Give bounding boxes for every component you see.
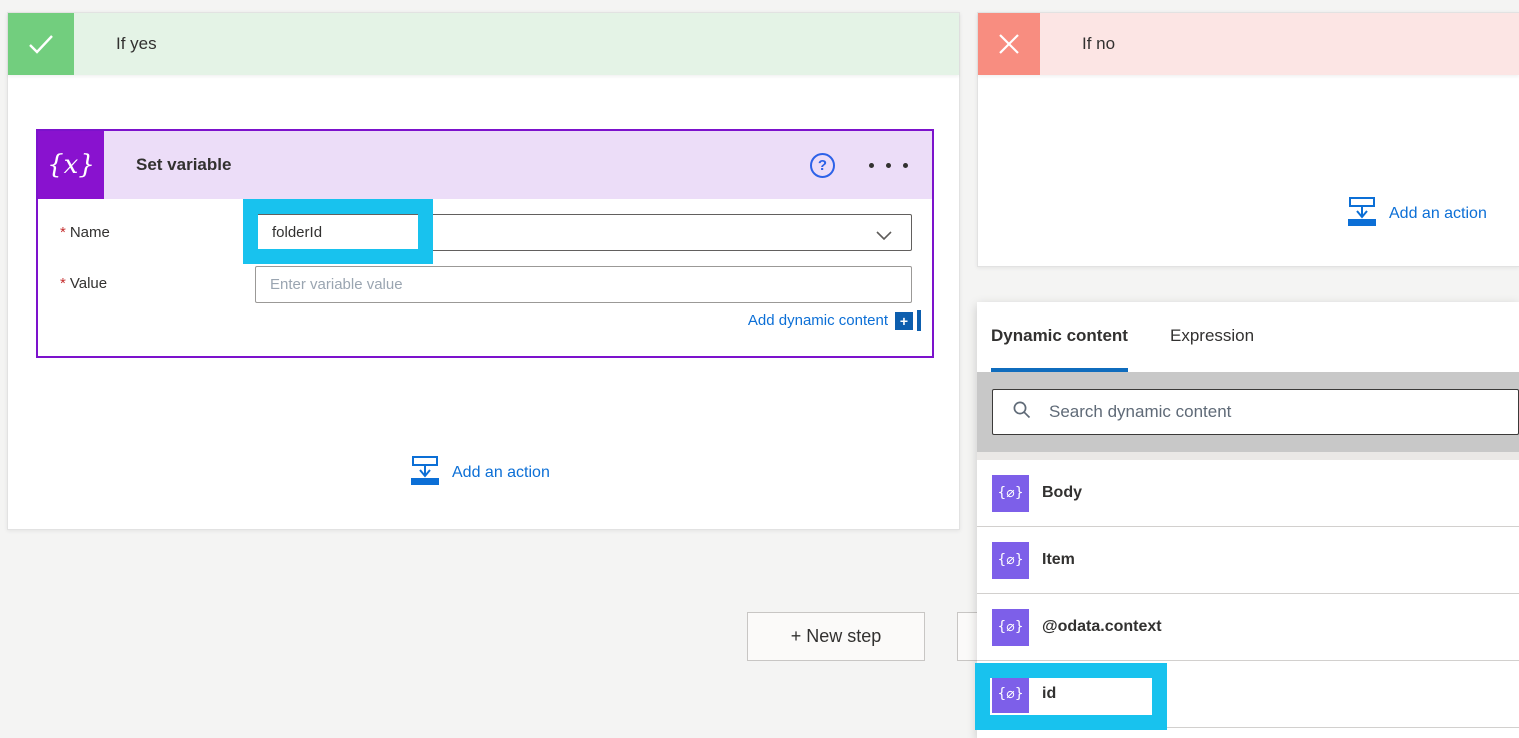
plus-icon: + <box>895 312 913 330</box>
panel-tabs: Dynamic content Expression <box>977 302 1519 372</box>
dynamic-content-panel: Dynamic content Expression {⌀} Body {⌀} … <box>977 302 1519 738</box>
x-icon <box>978 13 1040 75</box>
add-action-link-yes[interactable]: Add an action <box>409 454 550 491</box>
if-yes-header[interactable]: If yes <box>8 13 959 75</box>
text-cursor-bar <box>917 310 921 331</box>
chevron-down-icon <box>875 228 893 246</box>
dynamic-content-icon: {⌀} <box>992 676 1029 713</box>
add-dynamic-content-link[interactable]: Add dynamic content + <box>748 310 921 331</box>
variable-name-value: folderId <box>255 224 322 241</box>
if-no-header[interactable]: If no <box>978 13 1519 75</box>
add-action-icon <box>1346 195 1378 232</box>
if-no-branch: If no Add an action <box>977 12 1519 267</box>
dynamic-content-icon: {⌀} <box>992 542 1029 579</box>
if-no-title: If no <box>1082 34 1115 54</box>
tab-dynamic-content[interactable]: Dynamic content <box>991 326 1128 372</box>
add-action-link-no[interactable]: Add an action <box>1346 195 1487 232</box>
card-header-actions: ? <box>810 153 932 178</box>
list-item-item[interactable]: {⌀} Item <box>977 527 1519 594</box>
search-input[interactable] <box>1049 402 1518 422</box>
required-marker: * <box>60 224 66 241</box>
search-box[interactable] <box>992 389 1519 435</box>
band-strip <box>977 452 1519 460</box>
set-variable-card-header[interactable]: {x} Set variable ? <box>38 131 932 199</box>
help-icon[interactable]: ? <box>810 153 835 178</box>
list-item-odata-context[interactable]: {⌀} @odata.context <box>977 594 1519 661</box>
list-item-body[interactable]: {⌀} Body <box>977 460 1519 527</box>
value-input[interactable] <box>255 266 912 303</box>
value-field-label: *Value <box>60 275 107 292</box>
dynamic-content-icon: {⌀} <box>992 609 1029 646</box>
set-variable-title: Set variable <box>136 155 231 175</box>
if-yes-title: If yes <box>116 34 157 54</box>
dynamic-content-list: {⌀} Body {⌀} Item {⌀} @odata.context {⌀}… <box>977 460 1519 728</box>
search-band <box>977 372 1519 452</box>
new-step-button[interactable]: + New step <box>747 612 925 661</box>
dynamic-content-icon: {⌀} <box>992 475 1029 512</box>
set-variable-card: {x} Set variable ? *Name folderId *Value… <box>36 129 934 358</box>
search-icon <box>1012 400 1032 425</box>
check-icon <box>8 13 74 75</box>
tab-expression[interactable]: Expression <box>1170 326 1254 372</box>
if-yes-branch: If yes {x} Set variable ? *Name folderId… <box>7 12 960 530</box>
required-marker: * <box>60 275 66 292</box>
name-field-label: *Name <box>60 224 110 241</box>
more-options-icon[interactable] <box>867 157 910 174</box>
list-item-id[interactable]: {⌀} id <box>977 661 1519 728</box>
add-action-icon <box>409 454 441 491</box>
variable-name-dropdown[interactable]: folderId <box>254 214 912 251</box>
set-variable-icon: {x} <box>38 131 104 199</box>
